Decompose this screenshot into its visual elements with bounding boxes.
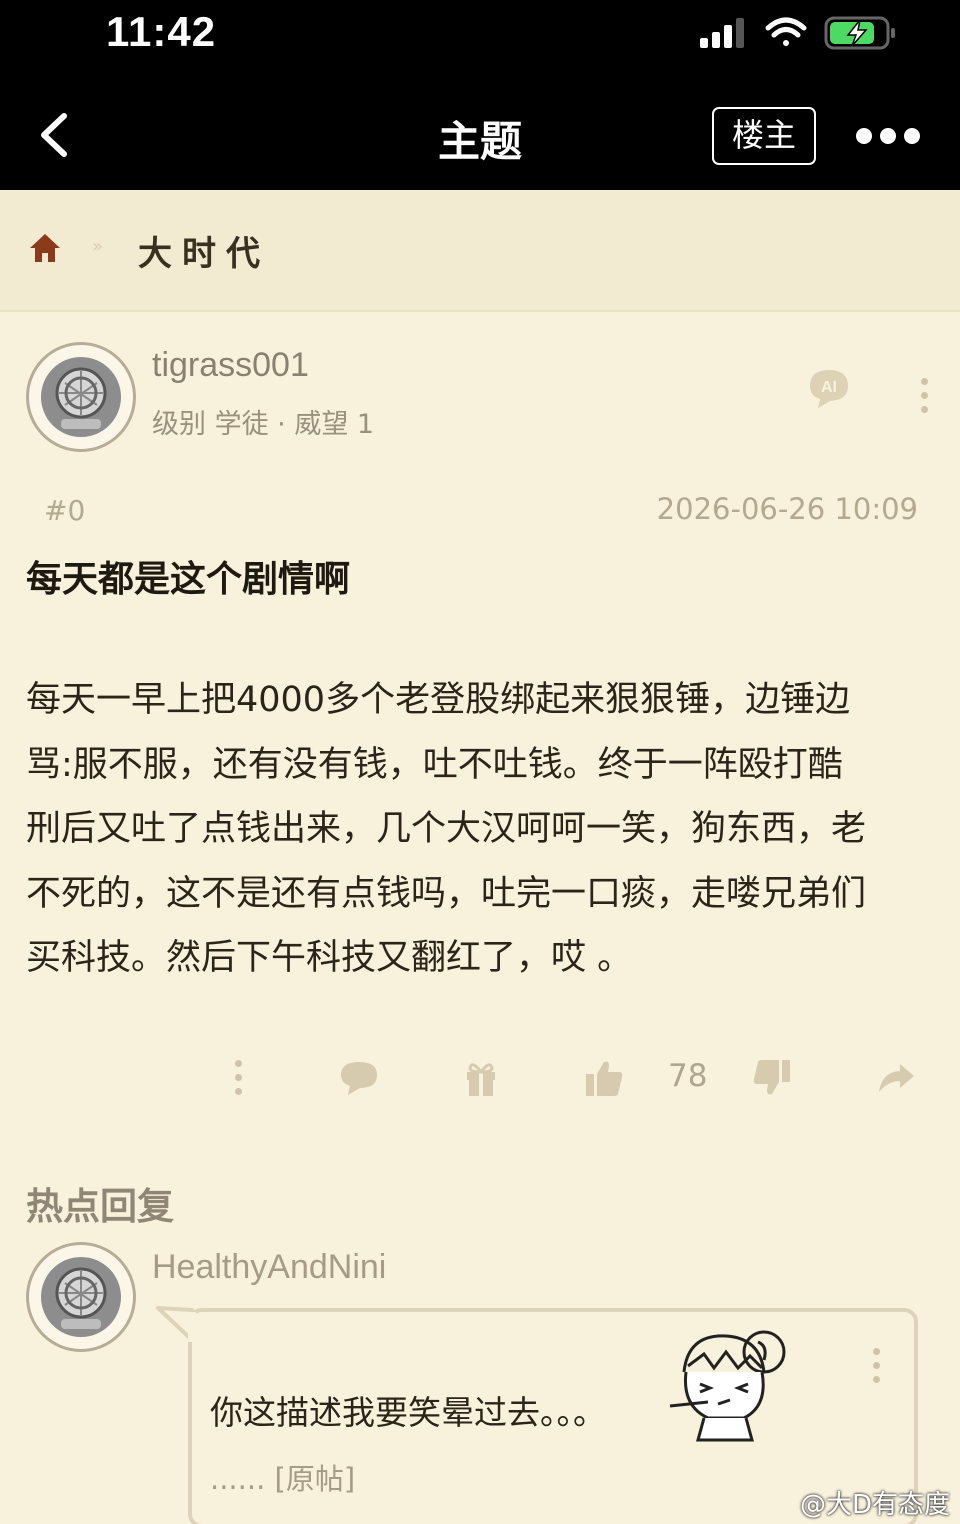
avatar[interactable] [26,342,136,452]
share-icon[interactable] [876,1058,916,1098]
comment-icon[interactable] [338,1058,380,1098]
default-avatar-icon [41,357,121,437]
page-title: 主题 [437,117,522,166]
thumbs-up-icon[interactable] [584,1058,624,1098]
post-time: 2026-06-26 10:09 [656,492,918,526]
status-bar: 11:42 [0,0,960,80]
status-icons [700,16,895,50]
battery-charging-icon [824,16,895,50]
reply-bubble-tail [156,1306,196,1342]
hot-replies-title: 热点回复 [26,1185,174,1228]
action-more-icon[interactable] [232,1060,244,1096]
reply-avatar[interactable] [26,1242,136,1352]
post-body-line: 买科技。然后下午科技又翻红了，哎 。 [26,938,633,978]
reply-menu-icon[interactable] [870,1348,882,1384]
breadcrumb: » 大时代 [0,190,960,312]
status-time: 11:42 [106,8,217,55]
reply-original-link[interactable]: ...... [原帖] [210,1456,355,1498]
post-body: 每天一早上把4000多个老登股绑起来狠狠锤，边锤边 骂:服不服，还有没有钱，吐不… [26,668,938,991]
like-count: 78 [668,1058,708,1094]
gift-icon[interactable] [464,1058,498,1098]
ai-icon-label: AI [821,379,837,396]
ai-chat-icon[interactable]: AI [806,366,852,410]
author-name[interactable]: tigrass001 [152,346,309,385]
reply-text: 你这描述我要笑晕过去。。。 [210,1393,606,1432]
post-body-line: 不死的，这不是还有点钱吗，吐完一口痰，走喽兄弟们 [26,873,867,914]
nav-bar: 主题 楼主 [0,80,960,190]
post-body-line: 每天一早上把4000多个老登股绑起来狠狠锤，边锤边 [26,680,851,720]
wifi-icon [765,17,807,46]
signal-icon [700,18,744,48]
thumbs-down-icon[interactable] [752,1058,792,1098]
author-meta: 级别 学徒 · 威望 1 [152,409,375,440]
default-avatar-icon [41,1257,121,1337]
more-dots-icon[interactable] [852,124,924,148]
floor-number: #0 [44,494,86,527]
post-title: 每天都是这个剧情啊 [26,559,351,600]
breadcrumb-separator: » [92,236,104,257]
anime-sticker-icon [669,1330,786,1442]
owner-only-button[interactable]: 楼主 [712,107,816,165]
breadcrumb-forum[interactable]: 大时代 [138,226,270,275]
watermark: @大D有态度 [799,1490,950,1520]
home-icon[interactable] [28,232,62,264]
post-menu-icon[interactable] [918,378,930,414]
reply-username[interactable]: HealthyAndNini [152,1248,386,1287]
post-body-line: 刑后又吐了点钱出来，几个大汉呵呵一笑，狗东西，老 [26,809,867,849]
post-body-line: 骂:服不服，还有没有钱，吐不吐钱。终于一阵殴打酷 [26,744,843,785]
